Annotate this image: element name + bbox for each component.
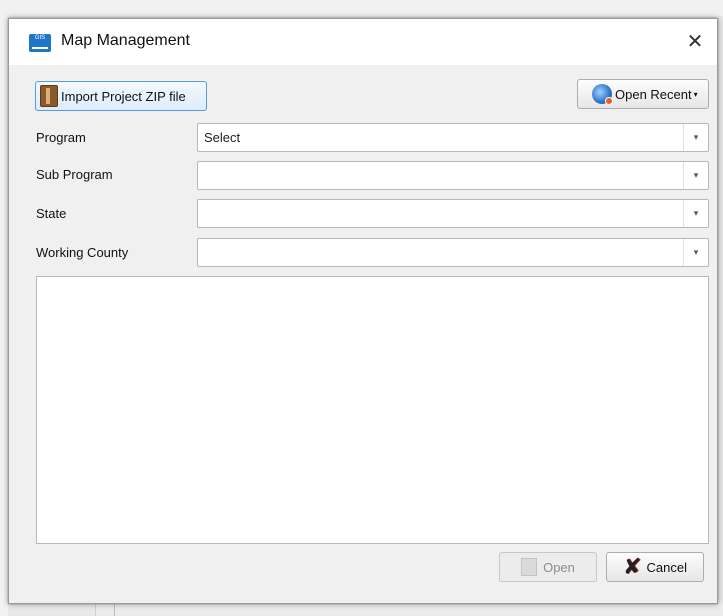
sub-program-select[interactable]: ▾ (197, 161, 709, 190)
state-label: State (36, 206, 67, 221)
cancel-button[interactable]: ✘ Cancel (606, 552, 704, 582)
open-button-label: Open (543, 559, 575, 575)
state-select[interactable]: ▾ (197, 199, 709, 228)
background-window (0, 0, 723, 16)
close-icon: ✕ (686, 31, 704, 53)
cancel-x-icon: ✘ (623, 554, 642, 579)
chevron-down-icon: ▾ (693, 89, 698, 99)
import-button-label: Import Project ZIP file (61, 88, 186, 104)
globe-history-icon (592, 84, 613, 105)
chevron-down-icon[interactable]: ▾ (683, 239, 708, 266)
program-label: Program (36, 130, 86, 145)
program-select[interactable]: Select ▾ (197, 123, 709, 152)
open-recent-button[interactable]: Open Recent ▾ (577, 79, 709, 109)
zip-archive-icon (40, 85, 58, 107)
open-recent-label: Open Recent (615, 86, 692, 102)
chevron-down-icon[interactable]: ▾ (683, 162, 708, 189)
working-county-label: Working County (36, 245, 129, 260)
chevron-down-icon[interactable]: ▾ (683, 200, 708, 227)
map-list-panel[interactable] (36, 276, 709, 544)
cancel-button-label: Cancel (646, 559, 687, 575)
window-title: Map Management (61, 32, 190, 49)
open-button[interactable]: Open (499, 552, 597, 582)
working-county-select[interactable]: ▾ (197, 238, 709, 267)
program-select-value: Select (204, 130, 241, 145)
map-management-dialog: GIS Map Management ✕ Import Project ZIP … (8, 18, 718, 604)
title-bar[interactable]: GIS Map Management ✕ (9, 19, 717, 65)
divider (114, 602, 115, 616)
background-window-edge (0, 16, 8, 616)
app-icon-text: GIS (34, 35, 46, 41)
chevron-down-icon[interactable]: ▾ (683, 124, 708, 151)
sub-program-label: Sub Program (36, 167, 113, 182)
close-button[interactable]: ✕ (679, 27, 711, 57)
open-file-icon (521, 558, 538, 576)
import-project-zip-button[interactable]: Import Project ZIP file (35, 81, 207, 111)
background-panel (95, 602, 723, 616)
map-app-icon: GIS (29, 34, 51, 52)
